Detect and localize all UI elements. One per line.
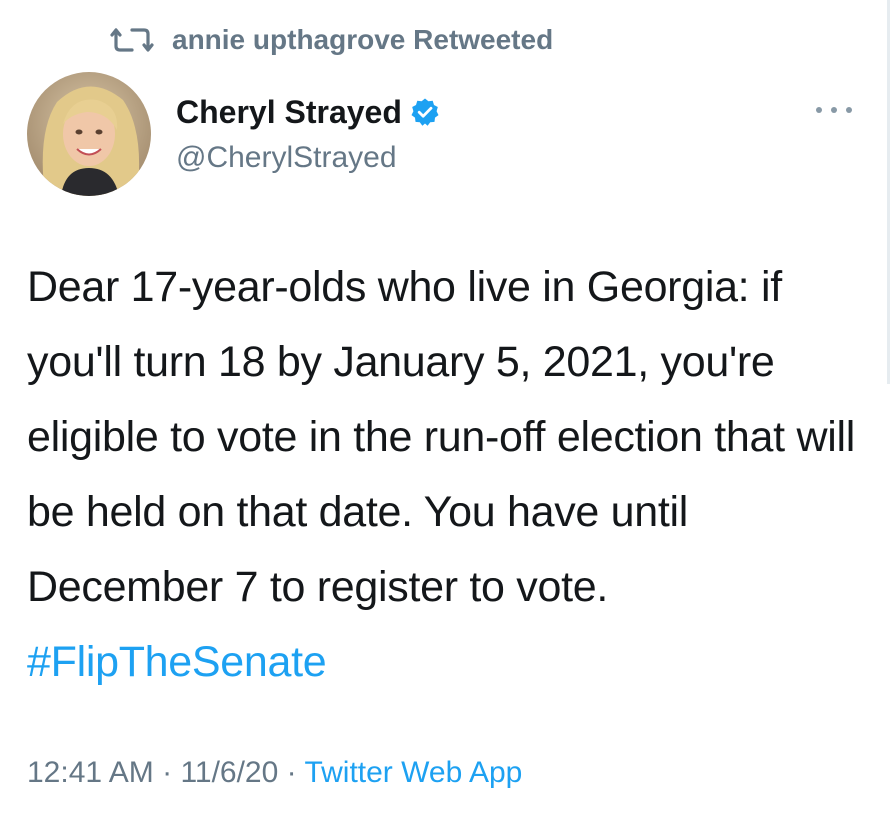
tweet-date[interactable]: 11/6/20 [180, 756, 278, 789]
meta-separator: · [278, 756, 305, 789]
retweet-icon [110, 26, 154, 54]
tweet-time[interactable]: 12:41 AM [27, 756, 154, 789]
tweet-meta: 12:41 AM · 11/6/20 · Twitter Web App [27, 756, 522, 790]
tweet-body: Dear 17-year-olds who live in Georgia: i… [27, 263, 855, 611]
more-options-icon[interactable] [816, 100, 852, 120]
avatar[interactable] [27, 72, 151, 196]
tweet-card: annie upthagrove Retweeted Cheryl Straye… [0, 0, 890, 824]
author-block[interactable]: Cheryl Strayed @CherylStrayed [176, 93, 440, 175]
retweet-header[interactable]: annie upthagrove Retweeted [110, 22, 553, 58]
retweeted-by-label: annie upthagrove Retweeted [172, 24, 554, 55]
verified-badge-icon [410, 97, 440, 127]
meta-separator: · [153, 756, 181, 789]
user-handle[interactable]: @CherylStrayed [176, 141, 440, 175]
tweet-text: Dear 17-year-olds who live in Georgia: i… [27, 250, 857, 700]
hashtag-link[interactable]: #FlipTheSenate [27, 638, 327, 686]
tweet-source-link[interactable]: Twitter Web App [304, 756, 522, 789]
display-name[interactable]: Cheryl Strayed [176, 94, 402, 131]
